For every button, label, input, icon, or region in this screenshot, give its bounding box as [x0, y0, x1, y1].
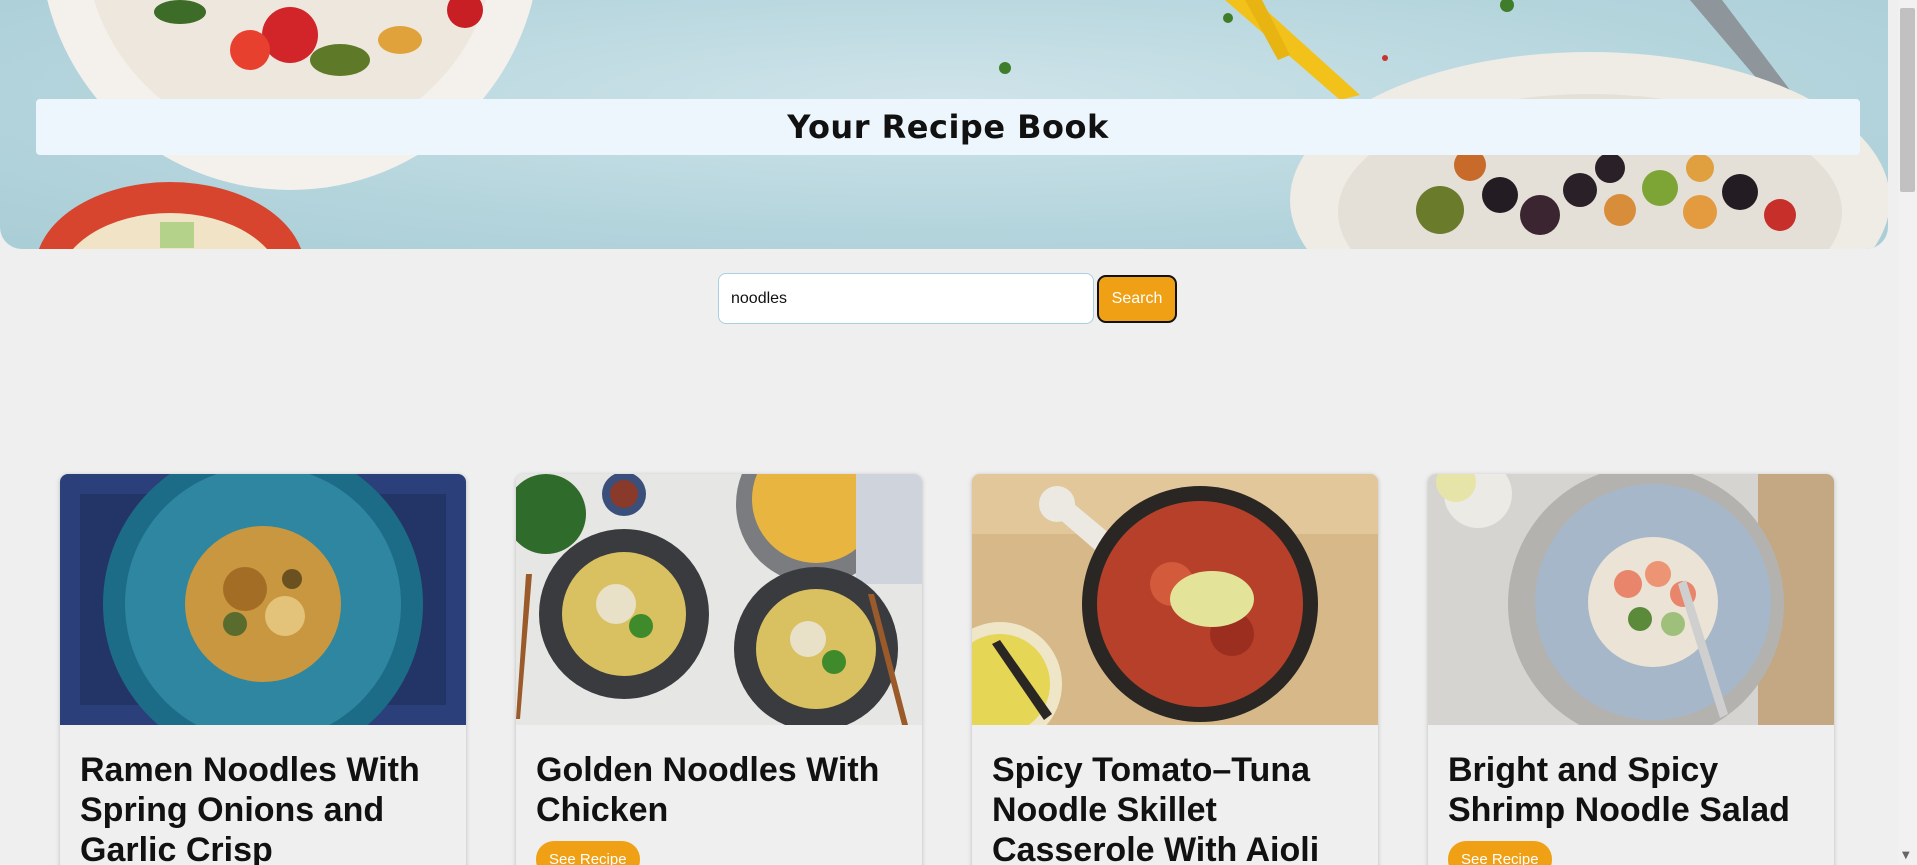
recipe-image	[516, 474, 922, 725]
search-button[interactable]: Search	[1097, 274, 1177, 323]
search-bar: Search	[718, 273, 1177, 324]
scroll-down-arrow-icon[interactable]: ▼	[1902, 850, 1910, 861]
recipe-title: Ramen Noodles With Spring Onions and Gar…	[80, 751, 420, 865]
recipe-card: Spicy Tomato–Tuna Noodle Skillet Cassero…	[972, 474, 1378, 865]
page-title: Your Recipe Book	[787, 108, 1109, 146]
see-recipe-button[interactable]: See Recipe	[1448, 841, 1552, 865]
hero-banner: Your Recipe Book	[0, 0, 1888, 249]
recipe-card: Golden Noodles With Chicken See Recipe	[516, 474, 922, 865]
recipe-image	[1428, 474, 1834, 725]
search-input[interactable]	[718, 273, 1094, 324]
recipe-title: Bright and Spicy Shrimp Noodle Salad	[1448, 751, 1790, 829]
recipe-title: Spicy Tomato–Tuna Noodle Skillet Cassero…	[992, 751, 1320, 865]
scrollbar-thumb[interactable]	[1900, 8, 1915, 192]
recipe-card: Bright and Spicy Shrimp Noodle Salad See…	[1428, 474, 1834, 865]
recipe-title: Golden Noodles With Chicken	[536, 751, 880, 829]
recipe-card: Ramen Noodles With Spring Onions and Gar…	[60, 474, 466, 865]
recipe-image	[972, 474, 1378, 725]
page-scrollbar[interactable]: ▼	[1898, 0, 1917, 865]
recipe-image	[60, 474, 466, 725]
title-band: Your Recipe Book	[36, 99, 1860, 155]
see-recipe-button[interactable]: See Recipe	[536, 841, 640, 865]
